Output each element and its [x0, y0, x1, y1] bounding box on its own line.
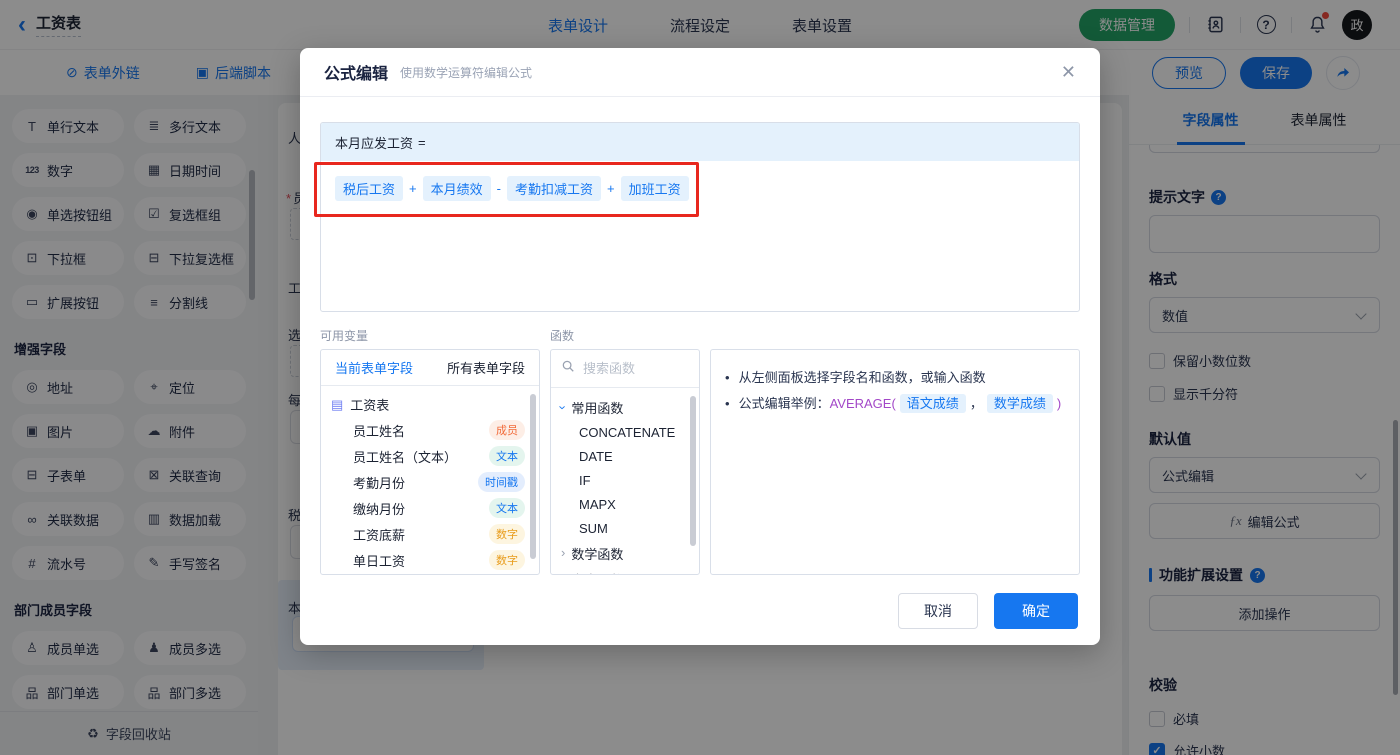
variable-row[interactable]: 工资底薪数字	[321, 521, 539, 547]
formula-operator[interactable]: +	[607, 181, 615, 196]
functions-label: 函数	[550, 327, 574, 344]
formula-field-token[interactable]: 税后工资	[335, 176, 403, 201]
variable-row[interactable]: 缴纳月份文本	[321, 495, 539, 521]
variables-panel: 当前表单字段 所有表单字段 ▤ 工资表 员工姓名成员 员工姓名（文本）文本 考勤…	[320, 349, 540, 575]
cancel-button[interactable]: 取消	[898, 593, 978, 629]
functions-panel: › 常用函数 CONCATENATE DATE IF MAPX SUM › 数学…	[550, 349, 700, 575]
formula-edit-modal: 公式编辑 使用数学运算符编辑公式 ✕ 本月应发工资= 税后工资 + 本月绩效 -…	[300, 48, 1100, 645]
variables-label: 可用变量	[320, 327, 550, 344]
variable-row[interactable]: 员工姓名成员	[321, 417, 539, 443]
variables-scrollbar[interactable]	[530, 394, 536, 559]
function-item[interactable]: CONCATENATE	[551, 420, 699, 444]
variable-row[interactable]: 考勤月份时间戳	[321, 469, 539, 495]
help-tip: •从左侧面板选择字段名和函数，或输入函数	[725, 365, 1065, 391]
field-type-badge: 时间戳	[478, 472, 525, 492]
help-example: • 公式编辑举例：AVERAGE(语文成绩，数学成绩)	[725, 391, 1065, 417]
formula-field-token[interactable]: 本月绩效	[423, 176, 491, 201]
function-group-math[interactable]: › 数学函数	[551, 540, 699, 566]
formula-field-token[interactable]: 考勤扣减工资	[507, 176, 601, 201]
formula-field-token[interactable]: 加班工资	[621, 176, 689, 201]
modal-subtitle: 使用数学运算符编辑公式	[400, 64, 532, 81]
variable-row[interactable]: 员工姓名（文本）文本	[321, 443, 539, 469]
field-type-badge: 成员	[489, 420, 525, 440]
function-group-text[interactable]: › 文本函数	[551, 566, 699, 575]
tab-current-form-fields[interactable]: 当前表单字段	[335, 358, 413, 377]
chevron-right-icon: ›	[561, 545, 565, 560]
form-tree-root[interactable]: ▤ 工资表	[321, 386, 539, 417]
formula-expression[interactable]: 税后工资 + 本月绩效 - 考勤扣减工资 + 加班工资	[321, 161, 1079, 216]
field-type-badge: 文本	[489, 498, 525, 518]
functions-scrollbar[interactable]	[690, 396, 696, 546]
function-search[interactable]	[551, 350, 699, 388]
form-doc-icon: ▤	[331, 397, 343, 413]
function-group-common[interactable]: › 常用函数	[551, 394, 699, 420]
formula-operator[interactable]: -	[497, 181, 501, 196]
example-field-chip: 数学成绩	[987, 394, 1053, 413]
formula-editor[interactable]: 本月应发工资= 税后工资 + 本月绩效 - 考勤扣减工资 + 加班工资	[320, 122, 1080, 312]
formula-help-panel: •从左侧面板选择字段名和函数，或输入函数 • 公式编辑举例：AVERAGE(语文…	[710, 349, 1080, 575]
function-item[interactable]: DATE	[551, 444, 699, 468]
field-type-badge: 文本	[489, 446, 525, 466]
formula-operator[interactable]: +	[409, 181, 417, 196]
search-input[interactable]	[581, 360, 689, 377]
field-type-badge: 数字	[489, 524, 525, 544]
confirm-button[interactable]: 确定	[994, 593, 1078, 629]
close-icon[interactable]: ✕	[1061, 62, 1076, 83]
field-type-badge: 数字	[489, 550, 525, 570]
variable-row[interactable]: 单日工资数字	[321, 547, 539, 573]
chevron-down-icon: ›	[556, 405, 571, 409]
modal-title: 公式编辑	[324, 60, 388, 84]
function-item[interactable]: MAPX	[551, 492, 699, 516]
function-item[interactable]: SUM	[551, 516, 699, 540]
search-icon	[561, 359, 575, 378]
example-field-chip: 语文成绩	[900, 394, 966, 413]
function-item[interactable]: IF	[551, 468, 699, 492]
formula-target: 本月应发工资=	[321, 123, 1079, 161]
modal-header: 公式编辑 使用数学运算符编辑公式 ✕	[300, 48, 1100, 97]
tab-all-form-fields[interactable]: 所有表单字段	[447, 358, 525, 377]
chevron-right-icon: ›	[561, 571, 565, 576]
